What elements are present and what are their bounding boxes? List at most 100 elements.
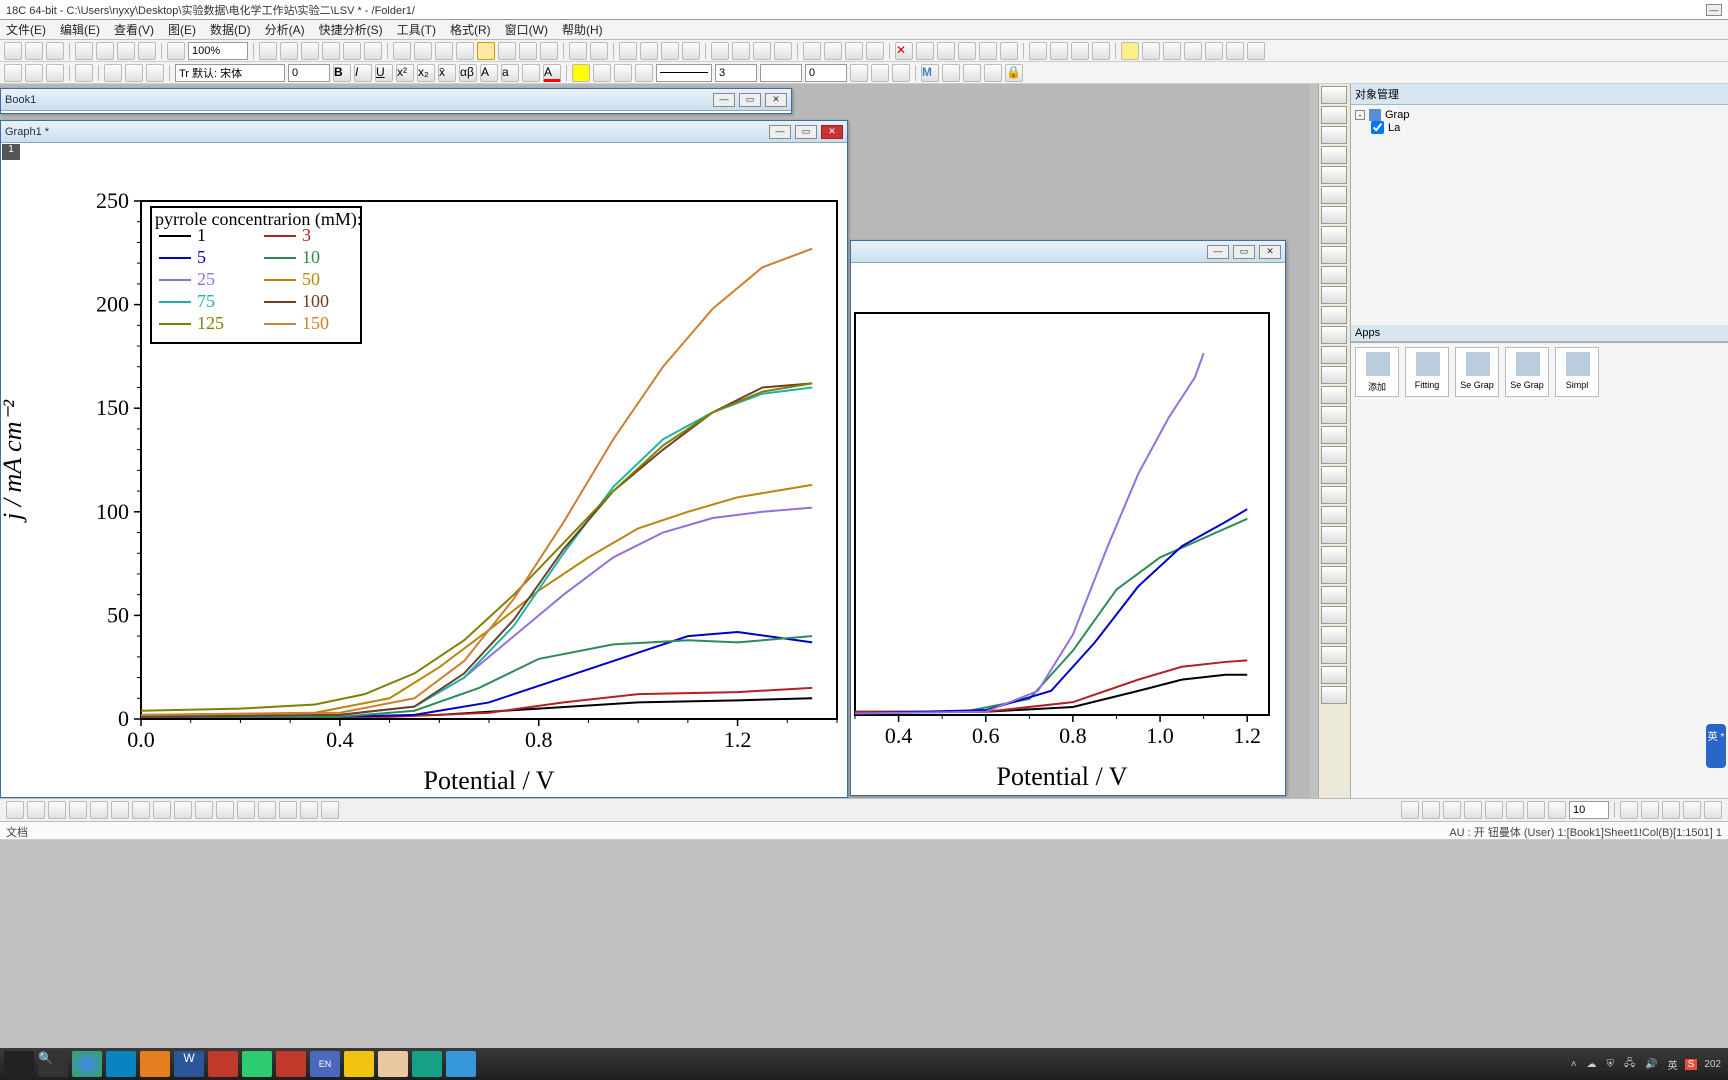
app-tile-0[interactable]: 添加 <box>1355 347 1399 397</box>
size-combo[interactable]: 10 <box>1569 801 1609 819</box>
align-right-icon[interactable] <box>1443 801 1461 819</box>
mask-clear-icon[interactable] <box>963 64 981 82</box>
table-icon[interactable] <box>892 64 910 82</box>
ternary-plot-icon[interactable] <box>300 801 318 819</box>
reset-icon[interactable] <box>1321 686 1347 704</box>
tray-chevron-icon[interactable]: ˄ <box>1568 1059 1580 1070</box>
tray-network-icon[interactable]: 🖧 <box>1621 1056 1638 1073</box>
tool-d5-icon[interactable] <box>1226 42 1244 60</box>
app-blue2-icon[interactable] <box>446 1051 476 1077</box>
scale-in-icon[interactable] <box>569 42 587 60</box>
graph2-title-bar[interactable]: — ▭ ✕ <box>851 241 1285 263</box>
interpolate-icon[interactable] <box>682 42 700 60</box>
integrate-icon[interactable] <box>640 42 658 60</box>
ruler-icon[interactable] <box>1321 286 1347 304</box>
symbol-color-icon[interactable] <box>614 64 632 82</box>
app-orange-icon[interactable] <box>140 1051 170 1077</box>
en-ime-icon[interactable]: EN <box>310 1051 340 1077</box>
bar-plot2-icon[interactable] <box>90 801 108 819</box>
graph2-window[interactable]: — ▭ ✕ 0.40.60.81.01.2Potential / V <box>850 240 1286 796</box>
new-project-icon[interactable] <box>4 42 22 60</box>
subscript-icon[interactable]: x₂ <box>417 64 435 82</box>
new-graph-icon[interactable] <box>301 42 319 60</box>
line-plot-icon[interactable] <box>6 801 24 819</box>
g2-minimize-icon[interactable]: — <box>1207 245 1229 259</box>
pattern-color-icon[interactable] <box>635 64 653 82</box>
snap-obj-icon[interactable] <box>1662 801 1680 819</box>
wb-close-icon[interactable]: ✕ <box>765 93 787 107</box>
tree-expand-icon[interactable]: - <box>1355 110 1365 120</box>
tool-c-icon[interactable] <box>435 42 453 60</box>
cut-icon[interactable] <box>146 64 164 82</box>
column-plot2-icon[interactable] <box>69 801 87 819</box>
new-matrix-icon[interactable] <box>322 42 340 60</box>
print-icon[interactable] <box>117 42 135 60</box>
tray-shield-icon[interactable]: ⛨ <box>1604 1059 1618 1070</box>
hist-plot-icon[interactable] <box>237 801 255 819</box>
app-teal-icon[interactable] <box>412 1051 442 1077</box>
3d-b-icon[interactable] <box>1321 626 1347 644</box>
rescale-icon[interactable] <box>1321 186 1347 204</box>
apps-header[interactable]: Apps <box>1351 325 1728 342</box>
stock-plot-icon[interactable] <box>321 801 339 819</box>
tool-d4-icon[interactable] <box>1205 42 1223 60</box>
distribute-h-icon[interactable] <box>1527 801 1545 819</box>
app-tile-3[interactable]: Se Grap <box>1505 347 1549 397</box>
wechat-pinned-icon[interactable] <box>242 1051 272 1077</box>
grid-snap-icon[interactable] <box>1620 801 1638 819</box>
add-layer-icon[interactable] <box>75 64 93 82</box>
lamp-icon[interactable] <box>1121 42 1139 60</box>
align-left-icon[interactable] <box>1401 801 1419 819</box>
stats-sigma-icon[interactable] <box>619 42 637 60</box>
menu-item-5[interactable]: 分析(A) <box>265 22 305 37</box>
layer-tab[interactable]: 1 <box>2 144 20 160</box>
new-notes-icon[interactable] <box>364 42 382 60</box>
tray-speaker-icon[interactable]: 🔊 <box>1642 1059 1660 1070</box>
object-manager-header[interactable]: 对象管理 <box>1351 84 1728 105</box>
menu-item-10[interactable]: 帮助(H) <box>562 22 603 37</box>
tool-b-icon[interactable] <box>414 42 432 60</box>
app-tile-1[interactable]: Fitting <box>1405 347 1449 397</box>
app-tile-2[interactable]: Se Grap <box>1455 347 1499 397</box>
box-plot-icon[interactable] <box>216 801 234 819</box>
curve-icon[interactable] <box>1321 166 1347 184</box>
tray-date[interactable]: 202 <box>1701 1059 1724 1070</box>
xyz-x-icon[interactable] <box>916 42 934 60</box>
baseline-icon[interactable] <box>661 42 679 60</box>
area-plot-icon[interactable] <box>111 801 129 819</box>
word-pinned-icon[interactable]: W <box>174 1051 204 1077</box>
line-icon[interactable] <box>1321 146 1347 164</box>
graph-plot-area[interactable]: 0.00.40.81.2050100150200250Potential / V… <box>1 161 847 797</box>
xyz-z-icon[interactable] <box>958 42 976 60</box>
spline-icon[interactable] <box>1321 226 1347 244</box>
font-name-combo[interactable]: Tr 默认: 宋体 <box>175 64 285 82</box>
pie-plot-icon[interactable] <box>774 42 792 60</box>
workbook-window[interactable]: Book1 — ▭ ✕ <box>0 88 792 114</box>
font-size-combo[interactable]: 0 <box>288 64 330 82</box>
app-red2-icon[interactable] <box>276 1051 306 1077</box>
note-icon[interactable] <box>1321 486 1347 504</box>
fn-icon[interactable] <box>1321 446 1347 464</box>
sort-desc-icon[interactable] <box>845 42 863 60</box>
duplicate-icon[interactable] <box>138 42 156 60</box>
stack-plot-icon[interactable] <box>753 42 771 60</box>
graph-window[interactable]: Graph1 * — ▭ ✕ 1 0.00.40.81.205010015020… <box>0 120 848 798</box>
wb-minimize-icon[interactable]: — <box>713 93 735 107</box>
tree-layer-checkbox[interactable] <box>1371 121 1384 134</box>
surface3d-icon[interactable] <box>174 801 192 819</box>
column-plot-icon[interactable] <box>711 42 729 60</box>
new-excel-icon[interactable] <box>280 42 298 60</box>
ime-indicator[interactable]: 英 * <box>1706 724 1726 768</box>
align-icon[interactable] <box>522 64 540 82</box>
flip-v-icon[interactable] <box>1321 586 1347 604</box>
bar-plot-icon[interactable] <box>732 42 750 60</box>
3d-a-icon[interactable] <box>1321 606 1347 624</box>
move-icon[interactable] <box>1321 386 1347 404</box>
italic-icon[interactable]: I <box>354 64 372 82</box>
polar-plot-icon[interactable] <box>279 801 297 819</box>
font-increase-icon[interactable]: A <box>480 64 498 82</box>
pointer-icon[interactable] <box>1321 86 1347 104</box>
bubble-plot-icon[interactable] <box>195 801 213 819</box>
marker-combo[interactable] <box>760 64 802 82</box>
overbar-icon[interactable]: x̄ <box>438 64 456 82</box>
